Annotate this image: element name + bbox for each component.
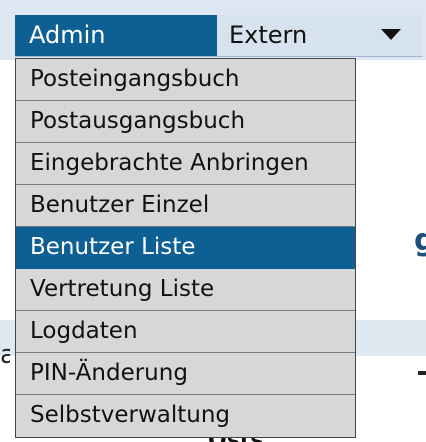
menu-extern[interactable]: Extern: [217, 15, 423, 56]
chevron-down-icon[interactable]: [381, 29, 401, 40]
menu-admin[interactable]: Admin: [15, 15, 217, 56]
menu-item-postausgangsbuch[interactable]: Postausgangsbuch: [16, 101, 355, 143]
menubar: Admin Extern: [15, 15, 423, 57]
background-text-fragment-left: a: [0, 344, 10, 366]
menu-item-benutzer-einzel[interactable]: Benutzer Einzel: [16, 185, 355, 227]
menu-item-posteingangsbuch[interactable]: Posteingangsbuch: [16, 59, 355, 101]
menu-item-benutzer-liste[interactable]: Benutzer Liste: [16, 227, 355, 269]
admin-dropdown-menu: Posteingangsbuch Postausgangsbuch Eingeb…: [15, 58, 356, 438]
menu-item-pin-aenderung[interactable]: PIN-Änderung: [16, 353, 355, 395]
menu-item-vertretung-liste[interactable]: Vertretung Liste: [16, 269, 355, 311]
menu-item-selbstverwaltung[interactable]: Selbstverwaltung: [16, 395, 355, 437]
background-text-fragment-right: g: [414, 223, 426, 258]
menu-item-logdaten[interactable]: Logdaten: [16, 311, 355, 353]
background-divider-fragment: [418, 371, 426, 375]
menu-item-eingebrachte-anbringen[interactable]: Eingebrachte Anbringen: [16, 143, 355, 185]
menu-extern-label: Extern: [229, 21, 308, 49]
